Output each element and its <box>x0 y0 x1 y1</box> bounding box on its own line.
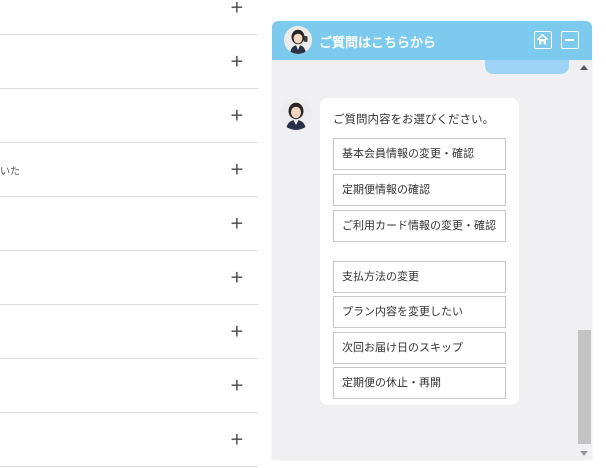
scroll-down-arrow-icon[interactable] <box>580 451 588 456</box>
faq-item[interactable]: + <box>0 35 258 89</box>
chat-body: ご質問内容をお選びください。 基本会員情報の変更・確認 定期便情報の確認 ご利用… <box>272 60 592 460</box>
option-button[interactable]: 次回お届け日のスキップ <box>333 332 506 364</box>
faq-item[interactable]: + <box>0 0 258 35</box>
faq-list: + + + いた + + + + + + <box>0 0 258 468</box>
faq-item[interactable]: + <box>0 359 258 413</box>
operator-avatar <box>284 26 312 54</box>
option-button[interactable]: 基本会員情報の変更・確認 <box>333 138 506 170</box>
minimize-button[interactable] <box>561 31 579 49</box>
faq-item[interactable]: + <box>0 197 258 251</box>
previous-message-bubble <box>485 60 569 74</box>
faq-item-text: いた <box>0 166 20 177</box>
bot-message: ご質問内容をお選びください。 基本会員情報の変更・確認 定期便情報の確認 ご利用… <box>320 98 519 405</box>
option-button[interactable]: 定期便の休止・再開 <box>333 367 506 399</box>
chat-header: ご質問はこちらから <box>272 21 592 60</box>
bot-prompt-text: ご質問内容をお選びください。 <box>333 112 494 126</box>
scrollbar-thumb[interactable] <box>578 330 591 444</box>
plus-icon[interactable]: + <box>230 161 244 178</box>
option-button[interactable]: ご利用カード情報の変更・確認 <box>333 210 506 242</box>
option-button[interactable]: 支払方法の変更 <box>333 261 506 293</box>
minimize-icon <box>565 39 574 41</box>
faq-item[interactable]: + <box>0 413 258 467</box>
option-button[interactable]: 定期便情報の確認 <box>333 174 506 206</box>
scroll-up-arrow-icon[interactable] <box>580 65 588 70</box>
home-icon <box>536 33 549 45</box>
plus-icon[interactable]: + <box>230 269 244 286</box>
faq-item[interactable]: + <box>0 305 258 359</box>
plus-icon[interactable]: + <box>230 431 244 448</box>
faq-item[interactable]: + <box>0 251 258 305</box>
plus-icon[interactable]: + <box>230 323 244 340</box>
home-button[interactable] <box>534 31 552 49</box>
scrollbar[interactable] <box>577 60 592 460</box>
bot-avatar <box>280 98 312 130</box>
plus-icon[interactable]: + <box>230 215 244 232</box>
chat-title: ご質問はこちらから <box>319 36 437 51</box>
plus-icon[interactable]: + <box>230 377 244 394</box>
plus-icon[interactable]: + <box>230 0 244 16</box>
plus-icon[interactable]: + <box>230 107 244 124</box>
faq-item[interactable]: + <box>0 89 258 143</box>
option-button[interactable]: プラン内容を変更したい <box>333 296 506 328</box>
chat-widget: ご質問はこちらから ご質問内容をお選びください。 基本会員情報の変更・確認 定期… <box>272 21 592 460</box>
faq-item[interactable]: いた + <box>0 143 258 197</box>
plus-icon[interactable]: + <box>230 53 244 70</box>
